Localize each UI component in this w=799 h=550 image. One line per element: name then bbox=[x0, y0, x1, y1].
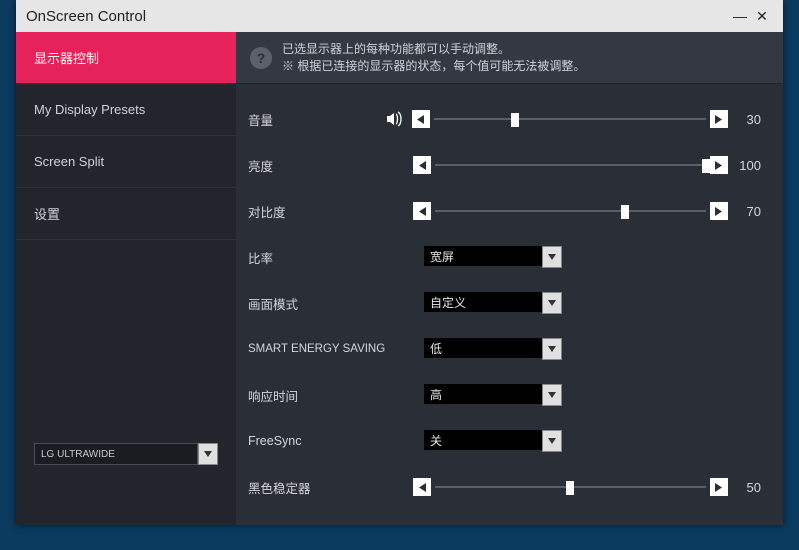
minimize-button[interactable]: — bbox=[729, 8, 751, 24]
volume-icon[interactable] bbox=[384, 108, 404, 130]
value-volume: 30 bbox=[728, 112, 761, 127]
row-freesync: FreeSync 关 bbox=[244, 418, 761, 464]
close-button[interactable]: ✕ bbox=[751, 8, 773, 25]
titlebar: OnScreen Control — ✕ bbox=[16, 0, 783, 32]
slider-inc-button[interactable] bbox=[710, 478, 728, 496]
dropdown-ratio[interactable]: 宽屏 bbox=[424, 246, 562, 268]
settings-panel: 音量 30 亮度 bbox=[236, 84, 783, 525]
sidebar-item-screen-split[interactable]: Screen Split bbox=[16, 136, 236, 188]
row-brightness: 亮度 100 bbox=[244, 142, 761, 188]
help-icon: ? bbox=[250, 47, 272, 69]
slider-dec-button[interactable] bbox=[413, 478, 431, 496]
row-black-stabilizer: 黑色稳定器 50 bbox=[244, 464, 761, 510]
label-black-stabilizer: 黑色稳定器 bbox=[244, 478, 383, 497]
dropdown-freesync-button[interactable] bbox=[542, 430, 562, 452]
slider-brightness bbox=[413, 156, 728, 174]
info-bar: ? 已选显示器上的每种功能都可以手动调整。 ※ 根据已连接的显示器的状态，每个值… bbox=[236, 32, 783, 84]
dropdown-response-time[interactable]: 高 bbox=[424, 384, 562, 406]
slider-volume bbox=[412, 110, 728, 128]
sidebar-item-label: 显示器控制 bbox=[34, 48, 99, 67]
dropdown-smart-energy-saving-button[interactable] bbox=[542, 338, 562, 360]
dropdown-ratio-button[interactable] bbox=[542, 246, 562, 268]
value-black-stabilizer: 50 bbox=[728, 480, 761, 495]
label-contrast: 对比度 bbox=[244, 202, 383, 221]
content: 显示器控制 My Display Presets Screen Split 设置… bbox=[16, 32, 783, 525]
chevron-down-icon bbox=[548, 346, 556, 352]
sidebar: 显示器控制 My Display Presets Screen Split 设置… bbox=[16, 32, 236, 525]
sidebar-item-label: Screen Split bbox=[34, 154, 104, 169]
slider-contrast bbox=[413, 202, 728, 220]
label-smart-energy-saving: SMART ENERGY SAVING bbox=[244, 343, 394, 355]
slider-track[interactable] bbox=[435, 478, 706, 496]
row-volume: 音量 30 bbox=[244, 96, 761, 142]
dropdown-picture-mode[interactable]: 自定义 bbox=[424, 292, 562, 314]
chevron-down-icon bbox=[548, 392, 556, 398]
chevron-down-icon bbox=[548, 300, 556, 306]
slider-inc-button[interactable] bbox=[710, 156, 728, 174]
slider-inc-button[interactable] bbox=[710, 202, 728, 220]
slider-dec-button[interactable] bbox=[413, 202, 431, 220]
label-response-time: 响应时间 bbox=[244, 386, 394, 405]
row-contrast: 对比度 70 bbox=[244, 188, 761, 234]
slider-track[interactable] bbox=[435, 202, 706, 220]
dropdown-freesync-value: 关 bbox=[424, 430, 542, 450]
dropdown-smart-energy-saving-value: 低 bbox=[424, 338, 542, 358]
info-line-2: ※ 根据已连接的显示器的状态，每个值可能无法被调整。 bbox=[282, 58, 585, 74]
sidebar-item-label: My Display Presets bbox=[34, 102, 145, 117]
monitor-select-dropdown-button[interactable] bbox=[198, 443, 218, 465]
dropdown-smart-energy-saving[interactable]: 低 bbox=[424, 338, 562, 360]
label-ratio: 比率 bbox=[244, 248, 394, 267]
row-ratio: 比率 宽屏 bbox=[244, 234, 761, 280]
window-title: OnScreen Control bbox=[26, 8, 729, 25]
app-window: OnScreen Control — ✕ 显示器控制 My Display Pr… bbox=[16, 0, 783, 525]
chevron-down-icon bbox=[548, 254, 556, 260]
slider-dec-button[interactable] bbox=[412, 110, 430, 128]
value-contrast: 70 bbox=[728, 204, 761, 219]
sidebar-item-settings[interactable]: 设置 bbox=[16, 188, 236, 240]
label-freesync: FreeSync bbox=[244, 434, 394, 448]
monitor-select-value: LG ULTRAWIDE bbox=[34, 443, 198, 465]
dropdown-response-time-button[interactable] bbox=[542, 384, 562, 406]
sidebar-item-label: 设置 bbox=[34, 204, 60, 223]
dropdown-picture-mode-value: 自定义 bbox=[424, 292, 542, 312]
info-text: 已选显示器上的每种功能都可以手动调整。 ※ 根据已连接的显示器的状态，每个值可能… bbox=[282, 41, 585, 73]
slider-dec-button[interactable] bbox=[413, 156, 431, 174]
slider-black-stabilizer bbox=[413, 478, 728, 496]
row-smart-energy-saving: SMART ENERGY SAVING 低 bbox=[244, 326, 761, 372]
sidebar-item-my-display-presets[interactable]: My Display Presets bbox=[16, 84, 236, 136]
slider-track[interactable] bbox=[435, 156, 706, 174]
label-volume: 音量 bbox=[244, 110, 384, 129]
value-brightness: 100 bbox=[728, 158, 761, 173]
monitor-select[interactable]: LG ULTRAWIDE bbox=[34, 443, 218, 465]
main-panel: ? 已选显示器上的每种功能都可以手动调整。 ※ 根据已连接的显示器的状态，每个值… bbox=[236, 32, 783, 525]
info-line-1: 已选显示器上的每种功能都可以手动调整。 bbox=[282, 41, 585, 57]
slider-inc-button[interactable] bbox=[710, 110, 728, 128]
chevron-down-icon bbox=[548, 438, 556, 444]
label-picture-mode: 画面模式 bbox=[244, 294, 394, 313]
row-response-time: 响应时间 高 bbox=[244, 372, 761, 418]
dropdown-freesync[interactable]: 关 bbox=[424, 430, 562, 452]
row-picture-mode: 画面模式 自定义 bbox=[244, 280, 761, 326]
slider-track[interactable] bbox=[434, 110, 706, 128]
dropdown-response-time-value: 高 bbox=[424, 384, 542, 404]
label-brightness: 亮度 bbox=[244, 156, 383, 175]
dropdown-ratio-value: 宽屏 bbox=[424, 246, 542, 266]
sidebar-item-display-control[interactable]: 显示器控制 bbox=[16, 32, 236, 84]
chevron-down-icon bbox=[204, 451, 212, 457]
dropdown-picture-mode-button[interactable] bbox=[542, 292, 562, 314]
